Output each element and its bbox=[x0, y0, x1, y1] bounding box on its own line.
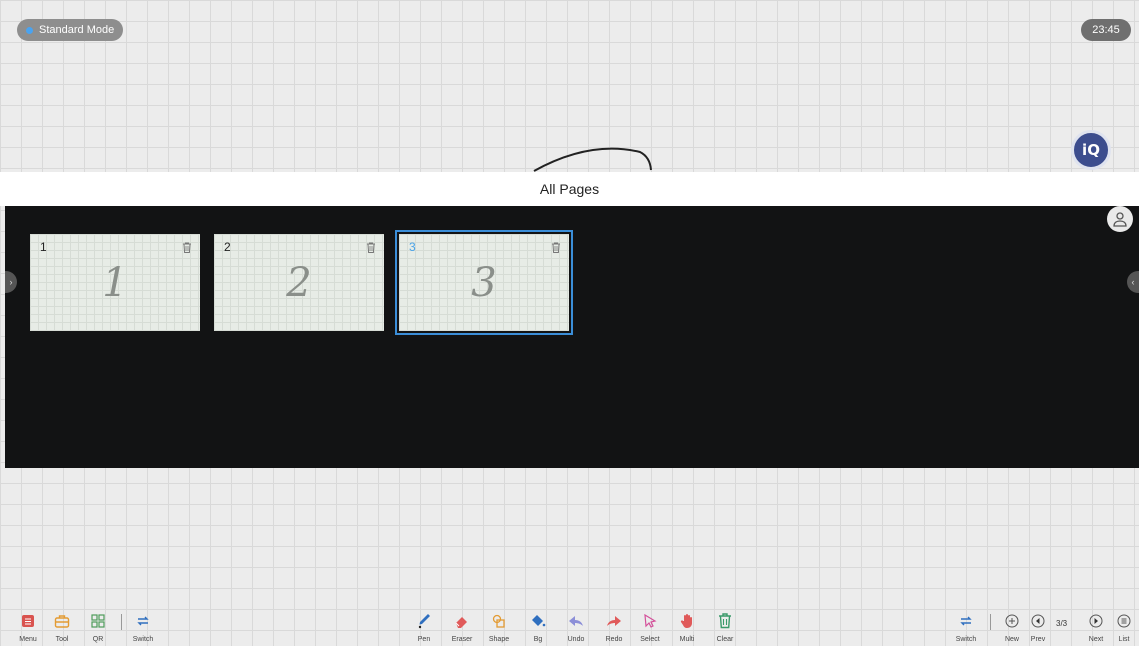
shape-button[interactable]: Shape bbox=[481, 606, 517, 646]
shape-icon bbox=[489, 611, 509, 631]
pages-panel: 1 1 2 2 3 3 bbox=[5, 206, 1139, 468]
undo-icon bbox=[566, 611, 586, 631]
user-icon bbox=[1113, 212, 1127, 227]
switch-label: Switch bbox=[132, 636, 154, 643]
menu-label: Menu bbox=[19, 636, 37, 643]
switch-button-left[interactable]: Switch bbox=[125, 606, 161, 646]
multi-label: Multi bbox=[679, 636, 695, 643]
shape-label: Shape bbox=[488, 636, 510, 643]
next-label: Next bbox=[1088, 636, 1104, 643]
list-icon bbox=[1114, 611, 1134, 631]
pen-label: Pen bbox=[417, 636, 431, 643]
qr-button[interactable]: QR bbox=[80, 606, 116, 646]
cursor-icon bbox=[640, 611, 660, 631]
divider bbox=[990, 614, 991, 630]
undo-button[interactable]: Undo bbox=[558, 606, 594, 646]
undo-label: Undo bbox=[567, 636, 585, 643]
chevron-right-icon: › bbox=[9, 277, 13, 287]
pen-icon bbox=[414, 611, 434, 631]
bg-button[interactable]: Bg bbox=[520, 606, 556, 646]
trash-icon[interactable] bbox=[366, 240, 376, 258]
next-icon bbox=[1086, 611, 1106, 631]
switch-label: Switch bbox=[955, 636, 977, 643]
clear-label: Clear bbox=[716, 636, 734, 643]
bottom-toolbar: Menu Tool QR Switch Pen Eraser Shape Bg … bbox=[0, 606, 1139, 646]
tool-label: Tool bbox=[55, 636, 69, 643]
select-button[interactable]: Select bbox=[632, 606, 668, 646]
hand-icon bbox=[677, 611, 697, 631]
chevron-left-icon: ‹ bbox=[1131, 277, 1135, 287]
prev-page-button[interactable]: Prev bbox=[1020, 606, 1056, 646]
eraser-icon bbox=[452, 611, 472, 631]
menu-icon bbox=[18, 611, 38, 631]
canvas-stroke bbox=[533, 147, 652, 172]
menu-button[interactable]: Menu bbox=[10, 606, 46, 646]
list-label: List bbox=[1118, 636, 1130, 643]
eraser-button[interactable]: Eraser bbox=[444, 606, 480, 646]
switch-icon bbox=[956, 611, 976, 631]
redo-icon bbox=[604, 611, 624, 631]
all-pages-title: All Pages bbox=[0, 172, 1139, 206]
pen-button[interactable]: Pen bbox=[406, 606, 442, 646]
switch-button-right[interactable]: Switch bbox=[948, 606, 984, 646]
page-number: 1 bbox=[40, 240, 47, 254]
paint-bucket-icon bbox=[528, 611, 548, 631]
page-thumbnail-selected[interactable]: 3 3 bbox=[395, 230, 573, 335]
trash-icon[interactable] bbox=[182, 240, 192, 258]
user-button[interactable] bbox=[1107, 206, 1133, 232]
clear-button[interactable]: Clear bbox=[707, 606, 743, 646]
eraser-label: Eraser bbox=[451, 636, 473, 643]
page-content: 2 bbox=[286, 260, 312, 306]
prev-label: Prev bbox=[1030, 636, 1046, 643]
page-number: 2 bbox=[224, 240, 231, 254]
divider bbox=[121, 614, 122, 630]
trash-icon bbox=[715, 611, 735, 631]
qr-label: QR bbox=[92, 636, 104, 643]
page-content: 1 bbox=[102, 260, 128, 306]
redo-button[interactable]: Redo bbox=[596, 606, 632, 646]
redo-label: Redo bbox=[605, 636, 623, 643]
page-number: 3 bbox=[409, 240, 416, 254]
select-label: Select bbox=[640, 636, 660, 643]
new-label: New bbox=[1004, 636, 1019, 643]
page-counter: 3/3 bbox=[1056, 619, 1068, 628]
page-content: 3 bbox=[471, 260, 497, 306]
page-thumbnail[interactable]: 1 1 bbox=[30, 234, 200, 331]
tool-button[interactable]: Tool bbox=[44, 606, 80, 646]
multi-button[interactable]: Multi bbox=[669, 606, 705, 646]
bg-label: Bg bbox=[533, 636, 543, 643]
iq-logo-icon[interactable]: iQ bbox=[1071, 130, 1111, 170]
qr-icon bbox=[88, 611, 108, 631]
page-thumbnail[interactable]: 2 2 bbox=[214, 234, 384, 331]
list-button[interactable]: List bbox=[1106, 606, 1139, 646]
plus-circle-icon bbox=[1002, 611, 1022, 631]
trash-icon[interactable] bbox=[551, 240, 561, 258]
switch-icon bbox=[133, 611, 153, 631]
prev-icon bbox=[1028, 611, 1048, 631]
toolbox-icon bbox=[52, 611, 72, 631]
